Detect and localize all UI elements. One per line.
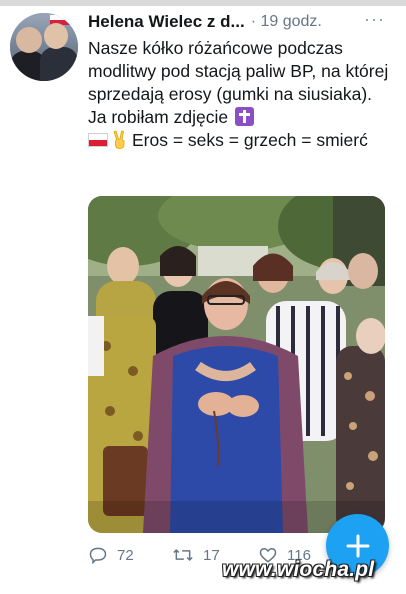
reply-count: 72 [117,546,134,564]
avatar-person-left-head [16,27,42,53]
top-strip [0,0,406,6]
latin-cross-emoji [234,107,254,126]
tweet-timestamp[interactable]: · 19 godz. [251,13,322,31]
victory-hand-emoji [113,130,125,149]
reply-icon [89,547,107,565]
tweet-header: Helena Wielec z d... · 19 godz. ··· [88,9,388,33]
tweet-photo-image [88,196,385,533]
retweet-button[interactable]: 17 [172,545,220,565]
compose-plus-icon [346,534,369,557]
more-options-icon[interactable]: ··· [364,9,385,30]
tweet-text: Nasze kółko różańcowe podczas modlitwy p… [88,37,394,152]
avatar-person-right-head [44,23,68,49]
avatar-person-right-body [40,47,78,81]
poland-flag-emoji [88,133,108,147]
author-name[interactable]: Helena Wielec z d... [88,12,245,32]
watermark: www.wiocha.pl [222,558,375,581]
avatar[interactable] [10,13,78,81]
retweet-count: 17 [203,546,220,564]
reply-button[interactable]: 72 [88,545,134,565]
tweet-text-end: Eros = seks = grzech = smierć [132,130,368,150]
tweet-photo[interactable] [88,196,385,533]
retweet-icon [173,549,193,561]
